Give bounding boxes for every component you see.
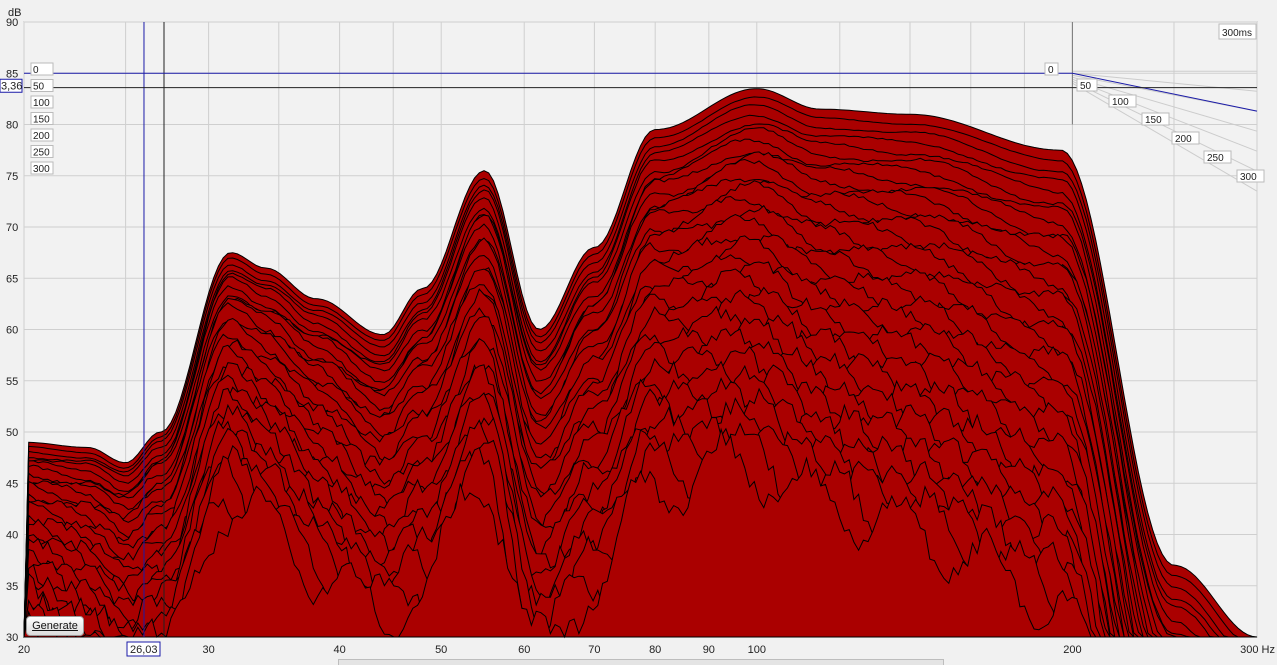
y-tick-label: 60 (6, 325, 18, 337)
y-tick-label: 50 (6, 427, 18, 439)
y-tick-label: 65 (6, 273, 18, 285)
generate-button[interactable]: Generate (26, 616, 84, 636)
time-tick-label-right: 0 (1048, 65, 1054, 76)
waterfall-chart: 3035404550556065707580859020 30 40 50 60 70 80… (0, 7, 1275, 657)
time-tick-label-left: 200 (33, 131, 50, 142)
y-tick-label: 45 (6, 478, 18, 490)
x-tick-label: 60 (518, 644, 530, 656)
time-tick-label-left: 150 (33, 115, 50, 126)
y-tick-label: 70 (6, 222, 18, 234)
x-tick-label: 80 (649, 644, 661, 656)
y-tick-label: 75 (6, 171, 18, 183)
y-axis-unit: dB (8, 7, 21, 19)
cursor-frequency-readout: 26,03 (130, 644, 158, 656)
time-tick-label-right: 300 (1240, 172, 1257, 183)
x-tick-label: 100 (748, 644, 766, 656)
y-tick-label: 30 (6, 632, 18, 644)
time-tick-label-left: 250 (33, 148, 50, 159)
cursor-level-readout: 3,36 (1, 80, 22, 92)
time-tick-label-right: 150 (1145, 115, 1162, 126)
y-tick-label: 80 (6, 120, 18, 132)
x-tick-label: 90 (703, 644, 715, 656)
x-tick-label: 20 (18, 644, 30, 656)
time-tick-label-left: 300 (33, 164, 50, 175)
x-tick-label: 200 (1063, 644, 1081, 656)
horizontal-scrollbar[interactable] (338, 659, 944, 665)
x-tick-label: 50 (435, 644, 447, 656)
y-tick-label: 35 (6, 581, 18, 593)
y-tick-label: 85 (6, 68, 18, 80)
time-tick-label-right: 50 (1080, 81, 1092, 92)
y-tick-label: 40 (6, 530, 18, 542)
x-tick-label: 30 (202, 644, 214, 656)
time-tick-label-right: 100 (1112, 97, 1129, 108)
x-tick-label: 300 Hz (1240, 644, 1275, 656)
time-tick-label-right: 250 (1207, 153, 1224, 164)
time-tick-label-left: 100 (33, 98, 50, 109)
time-tick-label-left: 50 (33, 82, 45, 93)
time-range-label: 300ms (1222, 28, 1252, 39)
time-tick-label-left: 0 (33, 65, 39, 76)
time-tick-label-right: 200 (1175, 134, 1192, 145)
y-tick-label: 55 (6, 376, 18, 388)
x-tick-label: 40 (333, 644, 345, 656)
x-tick-label: 70 (588, 644, 600, 656)
